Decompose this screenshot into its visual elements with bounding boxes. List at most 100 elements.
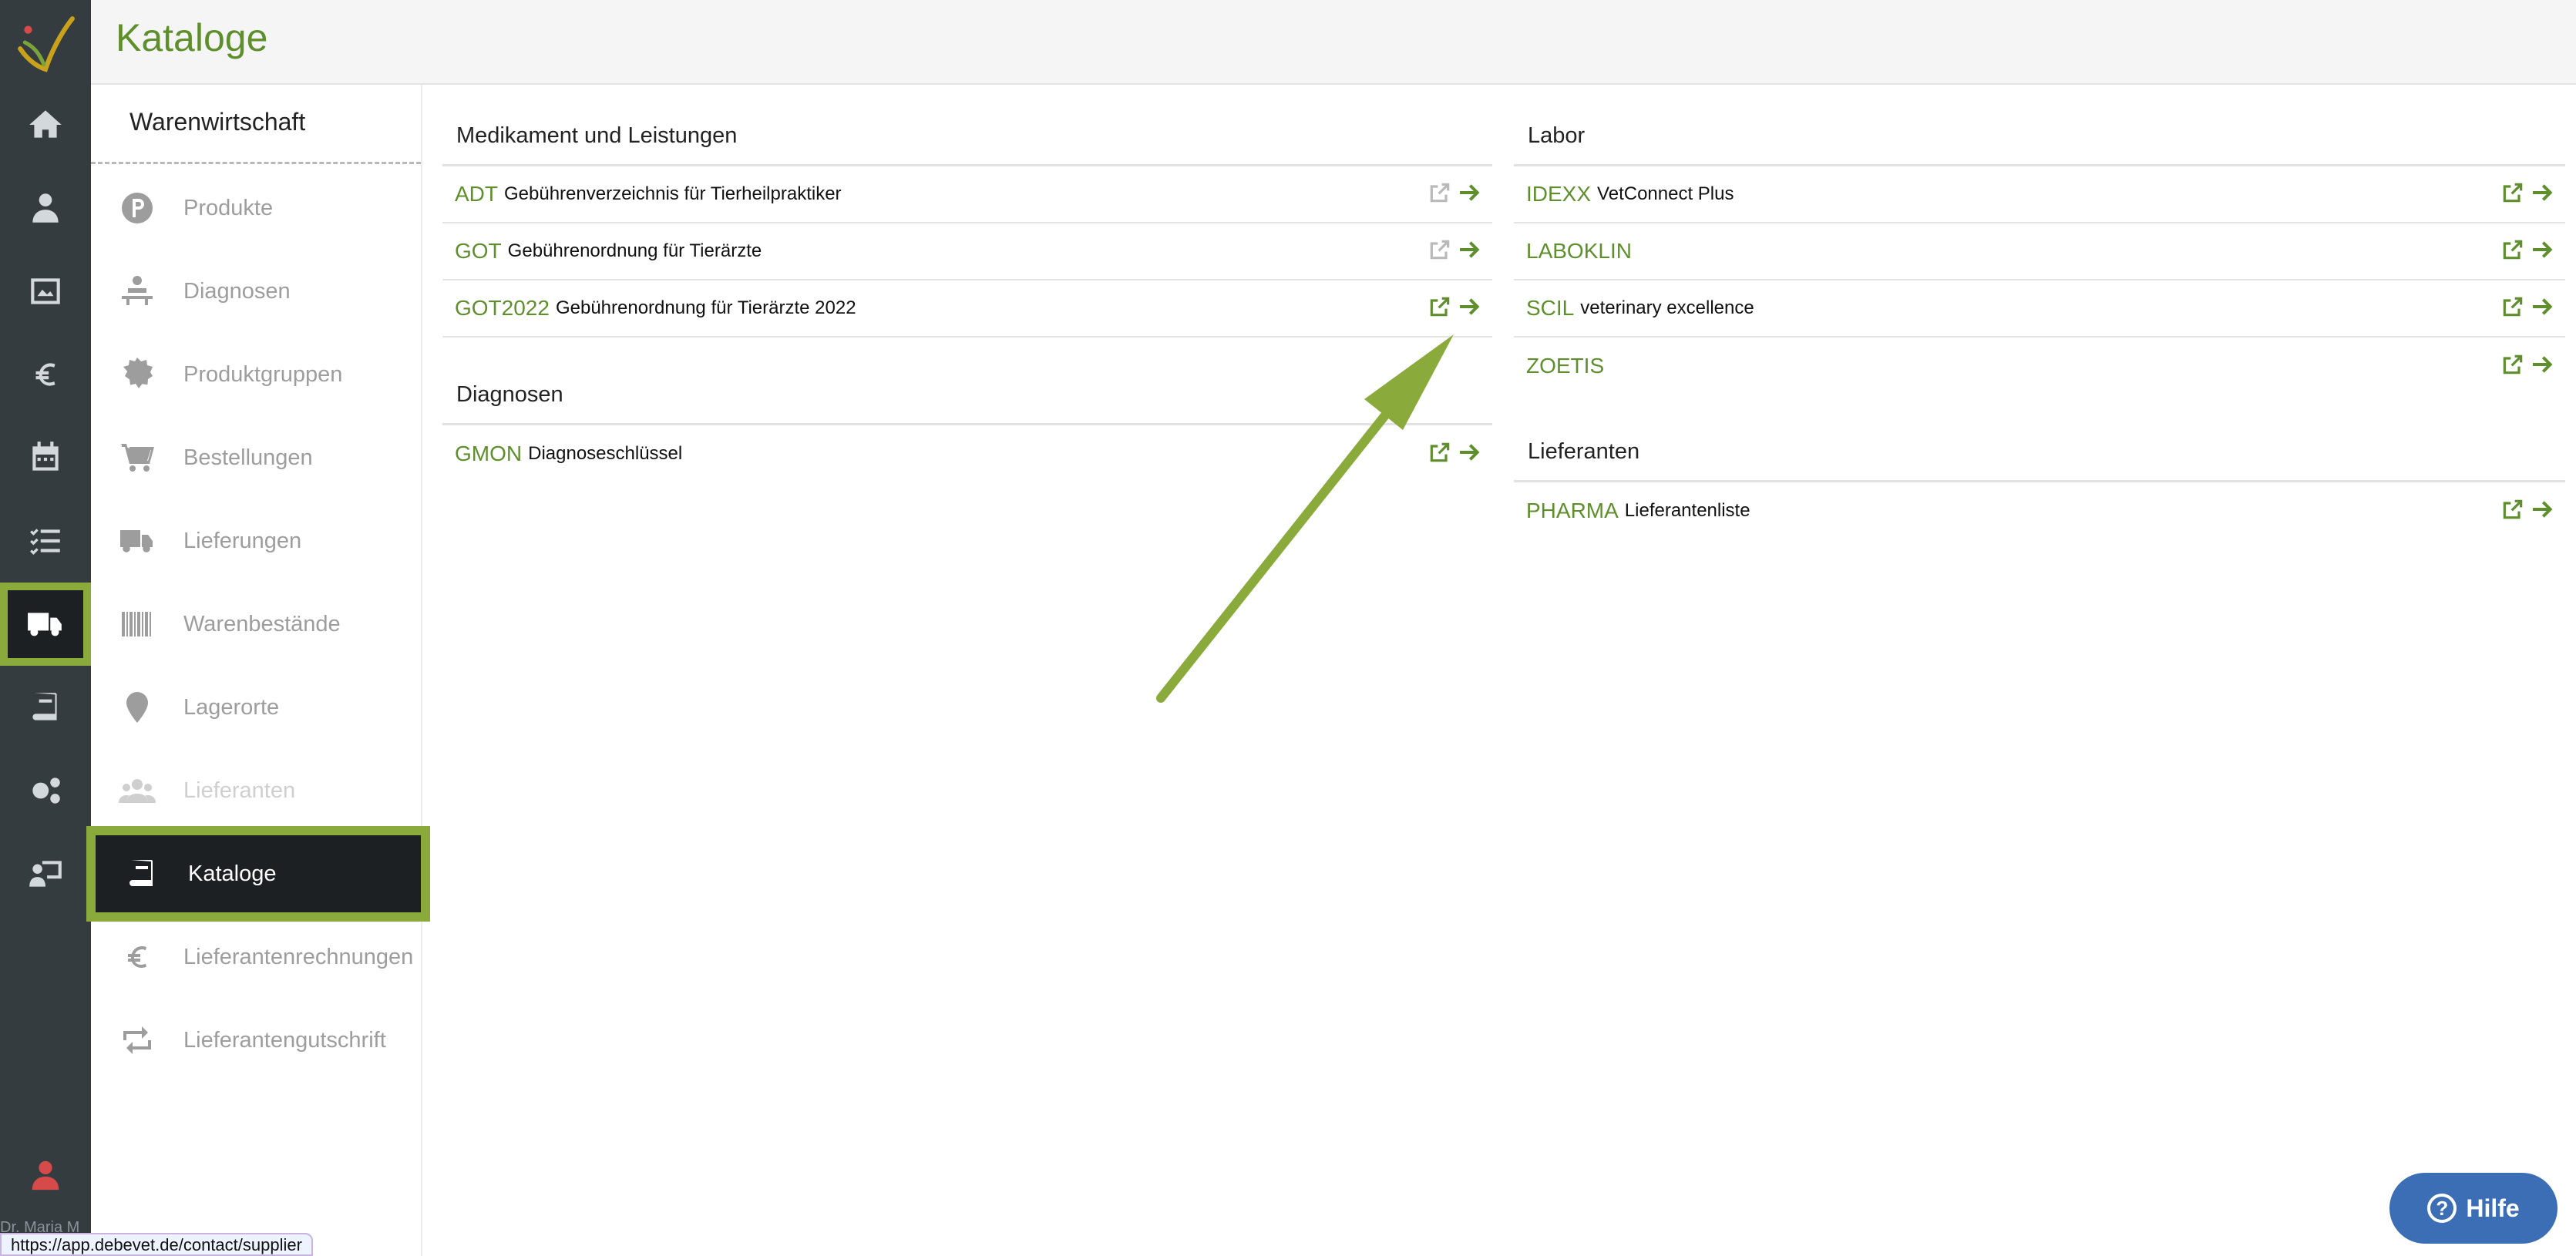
- catalog-code[interactable]: PHARMA: [1526, 499, 1619, 523]
- page-title: Kataloge: [116, 16, 268, 59]
- external-link-icon[interactable]: [1428, 237, 1452, 266]
- catalog-row-pharma[interactable]: PHARMA Lieferantenliste: [1514, 482, 2565, 539]
- catalog-code[interactable]: ZOETIS: [1526, 354, 1604, 378]
- parking-icon: [119, 190, 156, 227]
- subnav-item-bestellungen[interactable]: Bestellungen: [91, 419, 421, 496]
- subnav-item-lieferantengutschrift[interactable]: Lieferantengutschrift: [91, 1002, 421, 1079]
- subnav: Warenwirtschaft Produkte Diagnosen Produ…: [86, 85, 430, 1256]
- catalog-row-scil[interactable]: SCIL veterinary excellence: [1514, 280, 2565, 338]
- subnav-item-produktgruppen[interactable]: Produktgruppen: [91, 336, 421, 413]
- subnav-item-label: Bestellungen: [183, 445, 313, 470]
- catalog-code[interactable]: ADT: [455, 182, 498, 207]
- catalog-row-laboklin[interactable]: LABOKLIN: [1514, 223, 2565, 280]
- catalog-code[interactable]: GOT2022: [455, 296, 550, 321]
- catalog-content: Medikament und Leistungen ADT Gebührenve…: [424, 86, 2576, 1256]
- arrow-right-icon[interactable]: [1457, 294, 1481, 323]
- arrow-right-icon[interactable]: [2530, 294, 2554, 323]
- catalog-book-icon[interactable]: [0, 667, 91, 747]
- subnav-item-label: Produktgruppen: [183, 361, 343, 387]
- map-pin-icon: [119, 689, 156, 726]
- section-title: Medikament und Leistungen: [456, 123, 738, 148]
- external-link-icon[interactable]: [1428, 294, 1452, 323]
- subnav-item-label: Lieferungen: [183, 528, 302, 553]
- link-status-url: https://app.debevet.de/contact/supplier: [0, 1233, 313, 1256]
- annotation-arrow: [1156, 334, 1454, 703]
- subnav-title: Warenwirtschaft: [129, 108, 306, 136]
- subnav-item-lieferungen[interactable]: Lieferungen: [91, 502, 421, 579]
- catalog-description: Diagnoseschlüssel: [528, 443, 683, 464]
- subnav-item-diagnosen[interactable]: Diagnosen: [91, 253, 421, 330]
- arrow-right-icon[interactable]: [2530, 237, 2554, 266]
- icon-rail: Dr. Maria M: [0, 0, 91, 1256]
- external-link-icon[interactable]: [2500, 294, 2525, 323]
- subnav-item-label: Diagnosen: [183, 278, 291, 304]
- settings-gears-icon[interactable]: [0, 751, 91, 831]
- help-button[interactable]: ? Hilfe: [2389, 1173, 2558, 1244]
- catalog-code[interactable]: IDEXX: [1526, 182, 1591, 207]
- app-logo[interactable]: [14, 11, 77, 74]
- home-icon[interactable]: [0, 85, 91, 165]
- book-icon: [123, 855, 160, 892]
- catalog-row-got[interactable]: GOT Gebührenordnung für Tierärzte: [442, 223, 1492, 280]
- catalog-row-idexx[interactable]: IDEXX VetConnect Plus: [1514, 166, 2565, 223]
- truck-icon: [119, 522, 156, 559]
- catalog-code[interactable]: LABOKLIN: [1526, 239, 1632, 264]
- subnav-item-lieferanten[interactable]: Lieferanten: [91, 752, 421, 829]
- arrow-right-icon[interactable]: [1457, 180, 1481, 209]
- external-link-icon[interactable]: [2500, 237, 2525, 266]
- external-link-icon[interactable]: [2500, 352, 2525, 381]
- subnav-item-label: Lieferantenrechnungen: [183, 944, 414, 969]
- subnav-item-produkte[interactable]: Produkte: [91, 170, 421, 247]
- users-icon: [119, 772, 156, 809]
- external-link-icon[interactable]: [1428, 180, 1452, 209]
- arrow-right-icon[interactable]: [1457, 237, 1481, 266]
- subnav-item-label: Lieferantengutschrift: [183, 1027, 386, 1053]
- patient-table-icon: [119, 273, 156, 310]
- external-link-icon[interactable]: [2500, 497, 2525, 526]
- barcode-icon: [119, 606, 156, 643]
- catalog-code[interactable]: GOT: [455, 239, 502, 264]
- catalog-code[interactable]: SCIL: [1526, 296, 1574, 321]
- cart-icon: [119, 439, 156, 476]
- subnav-item-label: Kataloge: [188, 861, 277, 886]
- section-title: Diagnosen: [456, 382, 563, 407]
- arrow-right-icon[interactable]: [2530, 497, 2554, 526]
- section-title: Labor: [1528, 123, 1586, 148]
- tasks-icon[interactable]: [0, 501, 91, 581]
- subnav-item-lieferantenrechnungen[interactable]: Lieferantenrechnungen: [91, 918, 421, 996]
- catalog-description: veterinary excellence: [1580, 297, 1754, 318]
- external-link-icon[interactable]: [2500, 180, 2525, 209]
- calendar-icon[interactable]: [0, 418, 91, 498]
- catalog-description: Gebührenordnung für Tierärzte 2022: [555, 297, 856, 318]
- euro-icon[interactable]: [0, 334, 91, 415]
- subnav-divider: [91, 162, 421, 164]
- subnav-item-label: Warenbestände: [183, 611, 341, 636]
- euro-icon: [119, 939, 156, 976]
- subnav-item-label: Lagerorte: [183, 694, 280, 720]
- catalog-code[interactable]: GMON: [455, 442, 522, 466]
- catalog-description: Lieferantenliste: [1624, 500, 1750, 521]
- catalog-description: VetConnect Plus: [1597, 183, 1734, 204]
- page-header: Kataloge: [91, 0, 2576, 85]
- help-label: Hilfe: [2466, 1194, 2520, 1222]
- subnav-item-lagerorte[interactable]: Lagerorte: [91, 669, 421, 746]
- arrow-right-icon[interactable]: [2530, 180, 2554, 209]
- warehouse-truck-icon[interactable]: [0, 583, 91, 666]
- question-icon: ?: [2427, 1194, 2457, 1223]
- subnav-item-kataloge[interactable]: Kataloge: [86, 826, 430, 922]
- reports-icon[interactable]: [0, 834, 91, 914]
- catalog-row-got2022[interactable]: GOT2022 Gebührenordnung für Tierärzte 20…: [442, 280, 1492, 338]
- gear-badge-icon: [119, 356, 156, 393]
- arrow-right-icon[interactable]: [2530, 352, 2554, 381]
- subnav-item-label: Produkte: [183, 195, 274, 220]
- retweet-icon: [119, 1022, 156, 1059]
- catalog-description: Gebührenverzeichnis für Tierheilpraktike…: [504, 183, 842, 204]
- doctor-icon[interactable]: [0, 168, 91, 248]
- subnav-item-warenbestaende[interactable]: Warenbestände: [91, 586, 421, 663]
- user-icon[interactable]: [0, 1148, 91, 1202]
- subnav-item-label: Lieferanten: [183, 777, 296, 803]
- image-chart-icon[interactable]: [0, 251, 91, 331]
- section-title: Lieferanten: [1528, 439, 1640, 464]
- catalog-row-zoetis[interactable]: ZOETIS: [1514, 338, 2565, 395]
- catalog-row-adt[interactable]: ADT Gebührenverzeichnis für Tierheilprak…: [442, 166, 1492, 223]
